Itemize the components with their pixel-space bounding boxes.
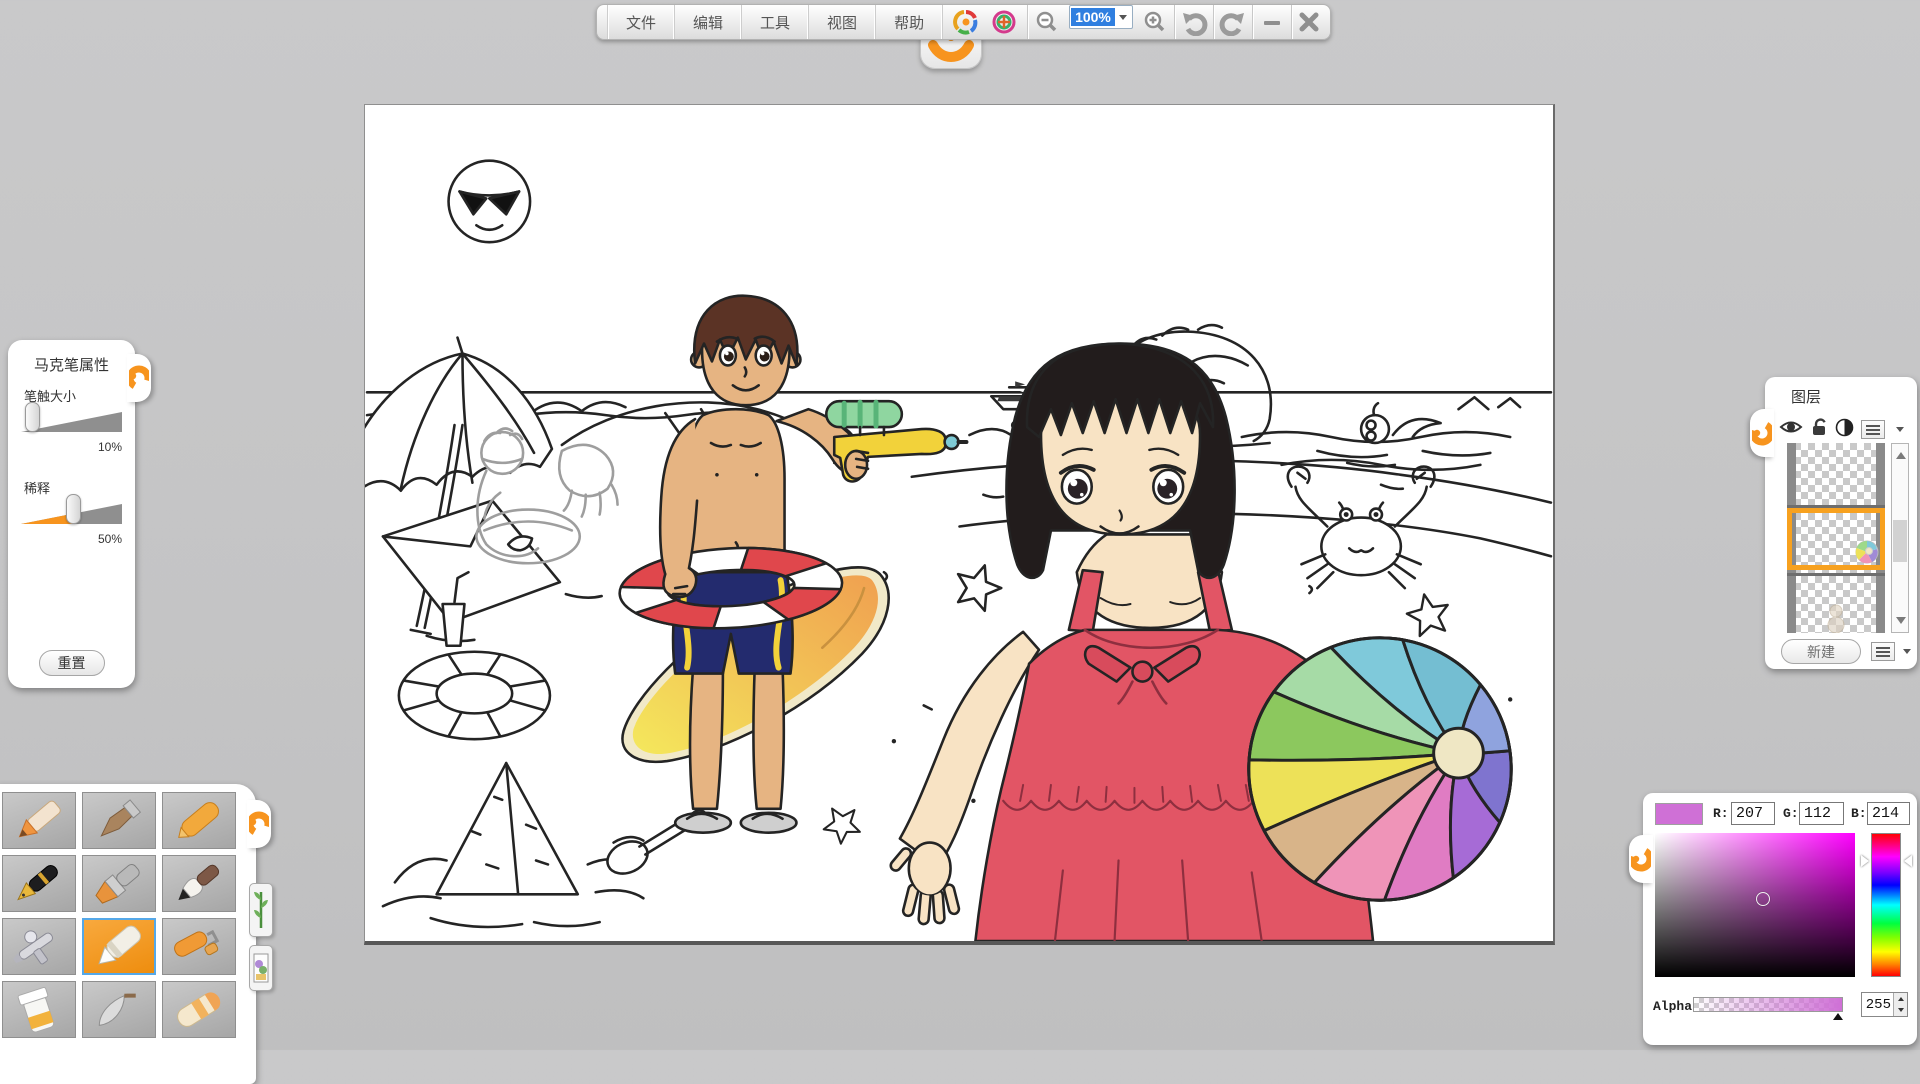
girl-hand xyxy=(889,843,960,925)
b-input[interactable] xyxy=(1867,802,1910,825)
marker-properties-panel: 马克笔属性 笔触大小 10% 稀释 50% 重置 xyxy=(8,340,135,688)
palette-collapse-handle[interactable] xyxy=(247,800,271,848)
lock-icon[interactable] xyxy=(1810,417,1828,442)
alpha-value: 255 xyxy=(1862,993,1893,1016)
reset-button[interactable]: 重置 xyxy=(39,650,105,676)
chevron-down-icon[interactable] xyxy=(1903,649,1911,654)
drawing-canvas[interactable] xyxy=(364,104,1555,945)
layer-menu-icon[interactable] xyxy=(1861,420,1885,439)
tool-palette xyxy=(0,784,256,1084)
tool-crayon[interactable] xyxy=(162,792,236,849)
tool-eraser[interactable] xyxy=(162,981,236,1038)
layer-thumbnail-bottom[interactable] xyxy=(1787,576,1885,633)
dilution-slider[interactable] xyxy=(21,498,122,528)
minimize-icon[interactable] xyxy=(1253,5,1291,39)
new-layer-button[interactable]: 新建 xyxy=(1781,639,1861,664)
palette-wheel-icon[interactable] xyxy=(947,5,985,39)
brush-size-slider[interactable] xyxy=(21,406,122,436)
life-ring xyxy=(399,652,550,739)
main-toolbar: 文件 编辑 工具 视图 帮助 100% xyxy=(596,4,1331,40)
zoom-out-icon[interactable] xyxy=(1028,5,1066,39)
spin-down-icon[interactable] xyxy=(1894,1005,1907,1017)
plant-stamp-button[interactable] xyxy=(249,883,273,937)
saturation-value-picker[interactable] xyxy=(1655,833,1855,977)
layers-title: 图层 xyxy=(1791,386,1821,407)
hue-marker-left[interactable] xyxy=(1861,855,1869,867)
visibility-eye-icon[interactable] xyxy=(1779,418,1803,441)
brush-size-value: 10% xyxy=(22,440,122,454)
dilution-slider-handle[interactable] xyxy=(66,494,81,524)
tool-airbrush[interactable] xyxy=(2,918,76,975)
tool-flat-brush[interactable] xyxy=(82,855,156,912)
scroll-down-icon[interactable] xyxy=(1896,617,1906,624)
toolbar-drag-tab[interactable] xyxy=(920,36,982,69)
beach-mat xyxy=(383,501,602,641)
tool-colored-pencil[interactable] xyxy=(2,792,76,849)
r-label: R: xyxy=(1713,806,1729,821)
chevron-down-icon[interactable] xyxy=(1896,427,1904,432)
menu-edit[interactable]: 编辑 xyxy=(675,5,742,39)
layer-scrollbar[interactable] xyxy=(1891,443,1909,633)
alpha-spinner[interactable]: 255 xyxy=(1861,992,1908,1017)
sun-with-sunglasses xyxy=(449,161,531,243)
menu-tools[interactable]: 工具 xyxy=(742,5,809,39)
layer-content-faint-figure xyxy=(1825,603,1847,633)
picture-stamp-button[interactable] xyxy=(249,945,273,991)
swimmer xyxy=(1317,403,1490,466)
current-color-swatch xyxy=(1655,803,1703,825)
tool-fountain-pen[interactable] xyxy=(2,855,76,912)
color-collapse-handle[interactable] xyxy=(1629,835,1653,883)
redo-icon[interactable] xyxy=(1214,5,1252,39)
b-label: B: xyxy=(1851,806,1867,821)
scroll-up-icon[interactable] xyxy=(1896,452,1906,459)
dilution-label: 稀释 xyxy=(24,478,50,497)
color-picker-panel: R: G: B: Alpha 255 xyxy=(1643,793,1917,1045)
menu-help[interactable]: 帮助 xyxy=(876,5,943,39)
tool-paint-roller[interactable] xyxy=(162,918,236,975)
zoom-in-icon[interactable] xyxy=(1136,5,1174,39)
tool-ink-brush[interactable] xyxy=(162,855,236,912)
panel-title: 马克笔属性 xyxy=(8,354,135,375)
chevron-down-icon xyxy=(1119,15,1127,20)
alpha-slider[interactable] xyxy=(1693,997,1843,1012)
layer-options-icon[interactable] xyxy=(1871,642,1895,661)
brush-size-slider-handle[interactable] xyxy=(25,402,40,432)
menu-file[interactable]: 文件 xyxy=(607,5,675,39)
layers-collapse-handle[interactable] xyxy=(1750,409,1774,457)
sv-cursor[interactable] xyxy=(1756,892,1770,906)
tool-paint-bottle[interactable] xyxy=(2,981,76,1038)
beach-scene-artwork xyxy=(365,105,1553,941)
layer-thumbnail-top[interactable] xyxy=(1787,443,1885,505)
hue-marker-right[interactable] xyxy=(1904,855,1912,867)
layers-panel: 图层 xyxy=(1765,377,1917,669)
r-input[interactable] xyxy=(1731,802,1775,825)
g-input[interactable] xyxy=(1799,802,1844,825)
tool-marker[interactable] xyxy=(82,918,156,975)
hue-slider[interactable] xyxy=(1871,833,1901,977)
blend-half-circle-icon[interactable] xyxy=(1835,418,1854,442)
beach-ball xyxy=(1249,638,1511,900)
menu-view[interactable]: 视图 xyxy=(809,5,876,39)
sand-pyramid xyxy=(383,763,643,927)
close-icon[interactable] xyxy=(1292,5,1330,39)
scrollbar-thumb[interactable] xyxy=(1893,520,1907,562)
alpha-label: Alpha xyxy=(1653,999,1692,1014)
g-label: G: xyxy=(1783,806,1799,821)
tool-palette-knife[interactable] xyxy=(82,981,156,1038)
undo-icon[interactable] xyxy=(1175,5,1213,39)
layer-thumbnail-selected[interactable] xyxy=(1787,508,1885,570)
alpha-marker[interactable] xyxy=(1833,1013,1843,1020)
zoom-level-select[interactable]: 100% xyxy=(1069,5,1133,29)
layer-content-beach-ball xyxy=(1854,539,1880,565)
tool-pastel-stick[interactable] xyxy=(82,792,156,849)
layer-list xyxy=(1787,443,1885,633)
clown-smile-icon xyxy=(933,45,969,57)
spin-up-icon[interactable] xyxy=(1894,993,1907,1005)
swirl-wheel-icon[interactable] xyxy=(985,5,1023,39)
dilution-value: 50% xyxy=(22,532,122,546)
zoom-level-value: 100% xyxy=(1071,8,1115,26)
